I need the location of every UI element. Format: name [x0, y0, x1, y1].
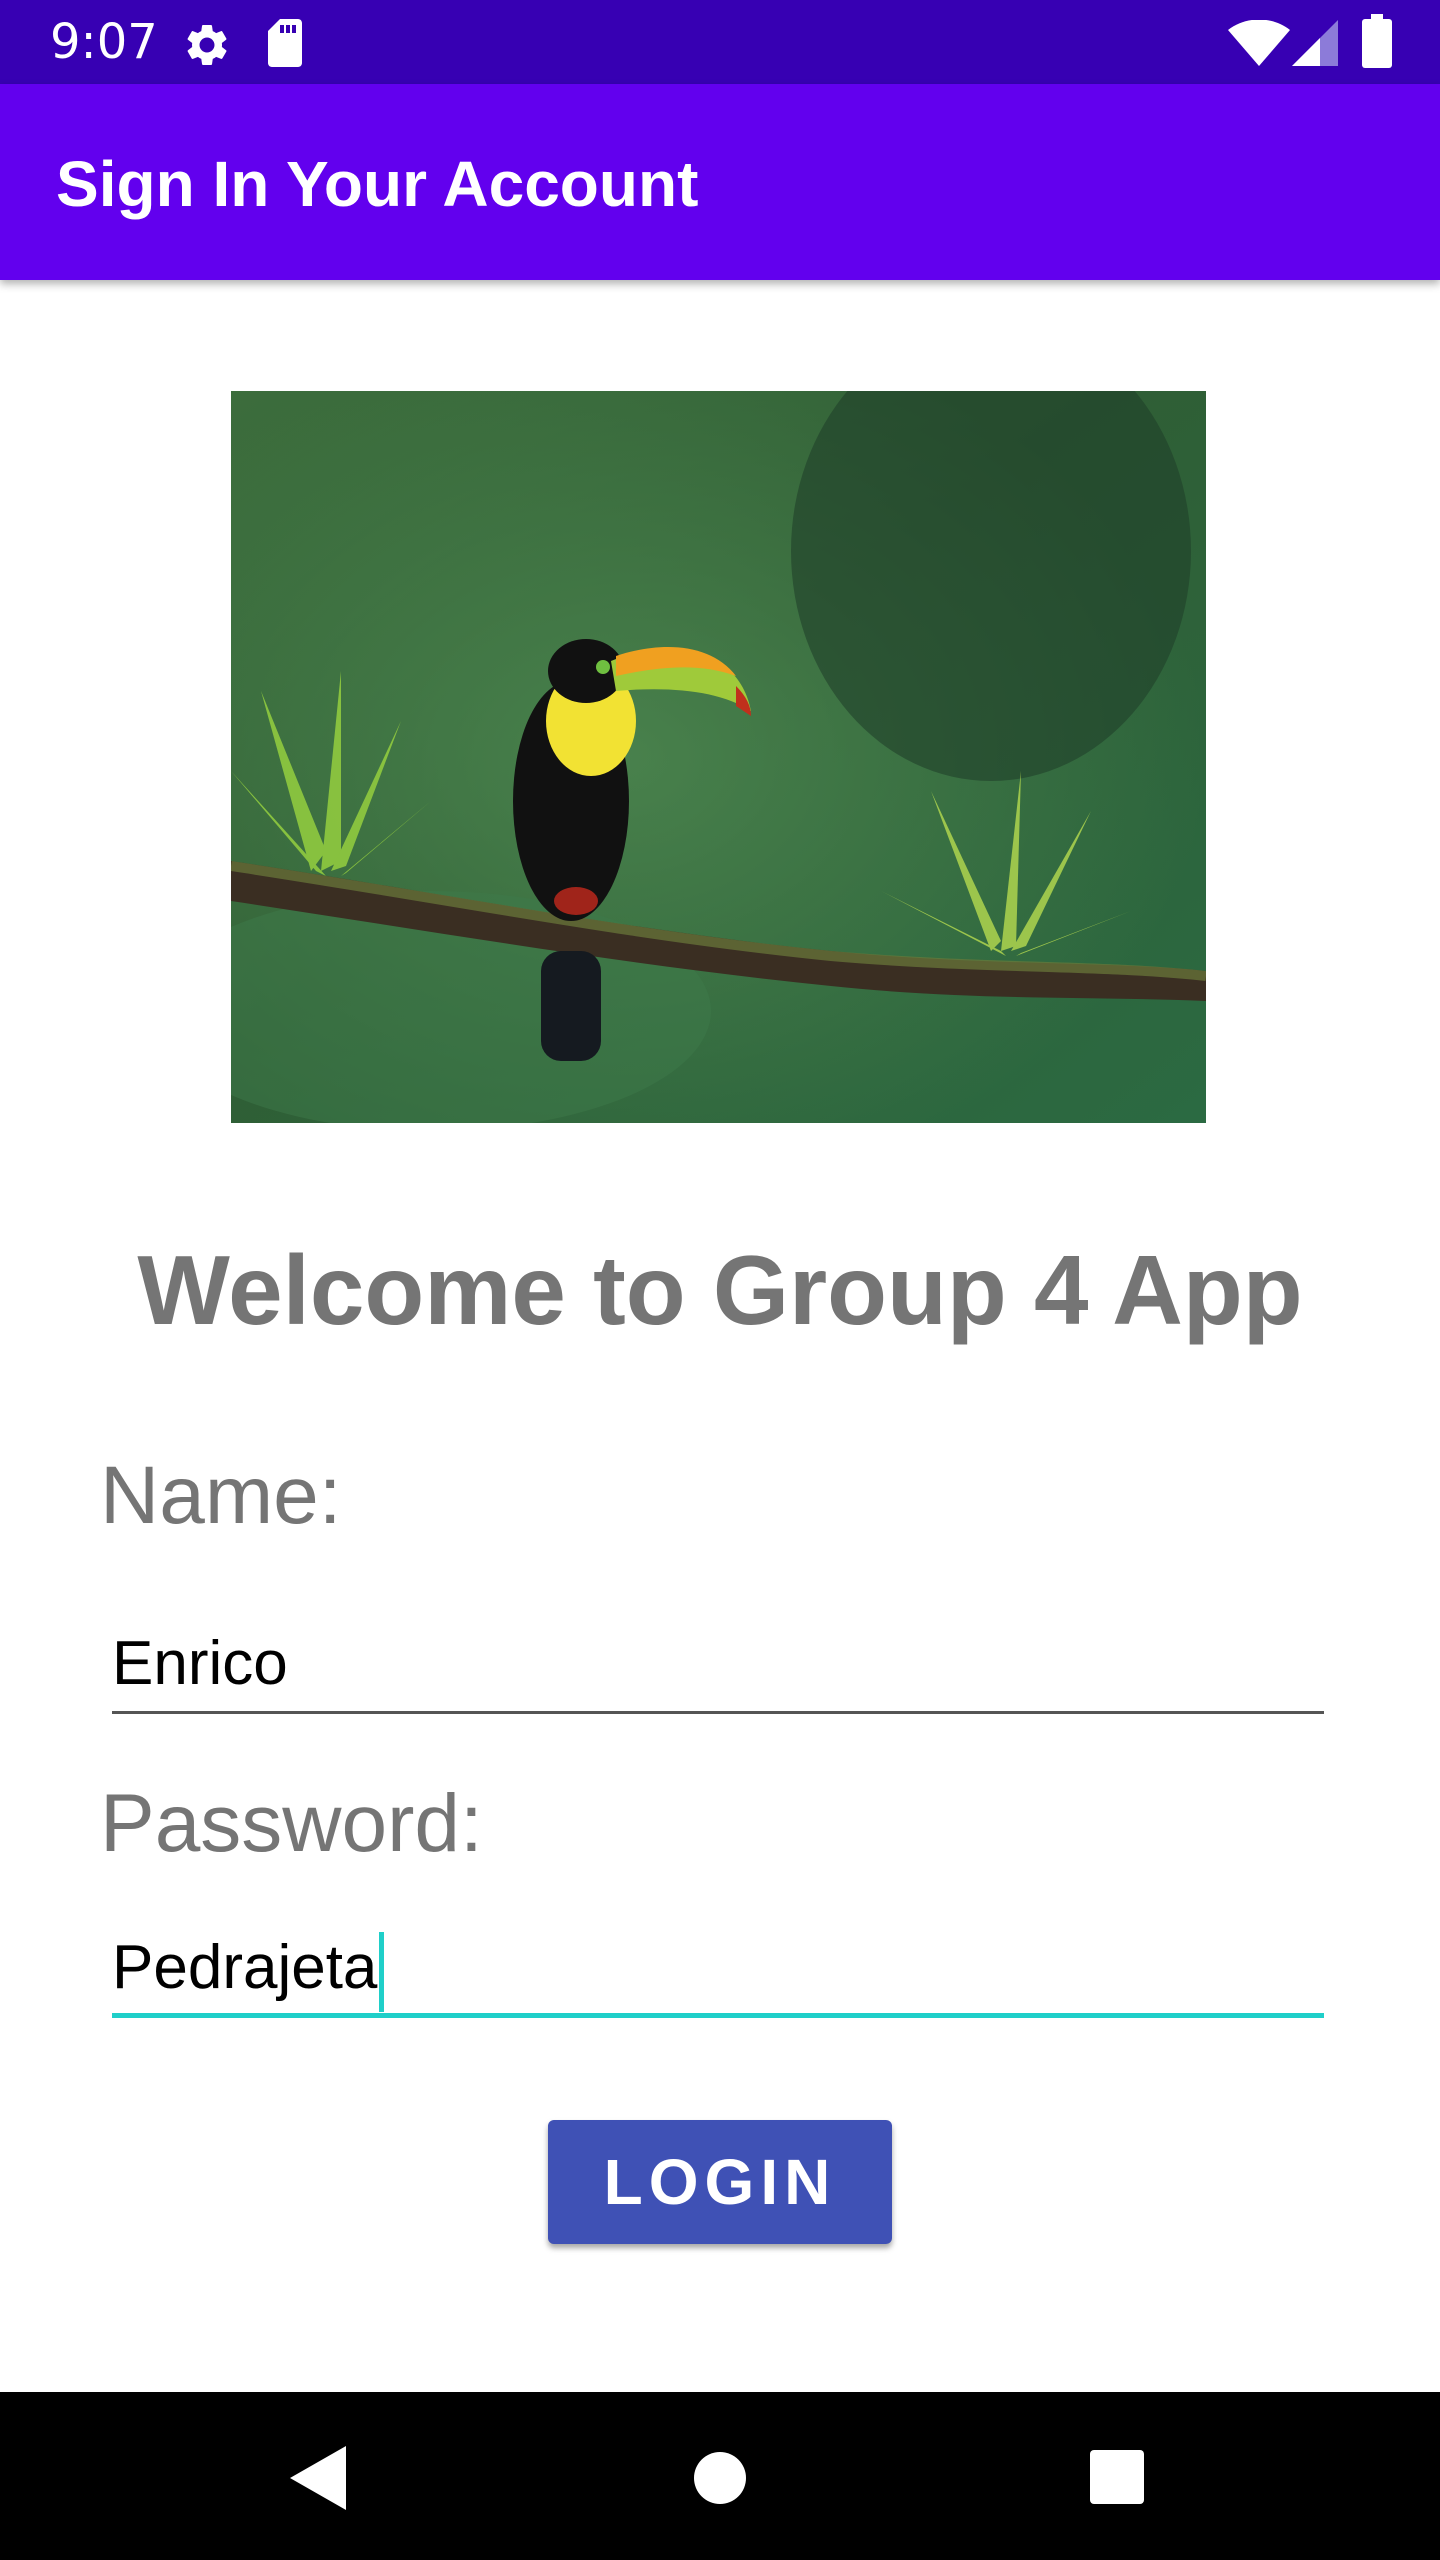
home-icon[interactable]	[694, 2452, 746, 2504]
text-cursor	[379, 1931, 385, 2012]
toucan-image	[231, 391, 1206, 1123]
wifi-icon	[1228, 20, 1290, 66]
status-bar: 9:07	[0, 0, 1440, 84]
password-value: Pedrajeta	[112, 1933, 378, 2002]
recents-icon[interactable]	[1090, 2450, 1144, 2504]
navigation-bar	[0, 2392, 1440, 2560]
battery-icon	[1362, 14, 1392, 68]
name-value: Enrico	[112, 1629, 288, 1698]
app-bar: Sign In Your Account	[0, 84, 1440, 280]
gear-icon	[187, 24, 227, 65]
status-time: 9:07	[50, 14, 158, 70]
page-title: Sign In Your Account	[56, 148, 699, 220]
signal-icon	[1292, 20, 1338, 66]
welcome-heading: Welcome to Group 4 App	[137, 1235, 1303, 1345]
back-icon[interactable]	[290, 2446, 346, 2510]
name-label: Name:	[100, 1450, 342, 1541]
name-field[interactable]: Enrico	[112, 1614, 1324, 1714]
login-button[interactable]: LOGIN	[548, 2120, 892, 2244]
sd-card-icon	[268, 19, 302, 67]
password-label: Password:	[100, 1778, 483, 1869]
password-field[interactable]: Pedrajeta	[112, 1918, 1324, 2018]
